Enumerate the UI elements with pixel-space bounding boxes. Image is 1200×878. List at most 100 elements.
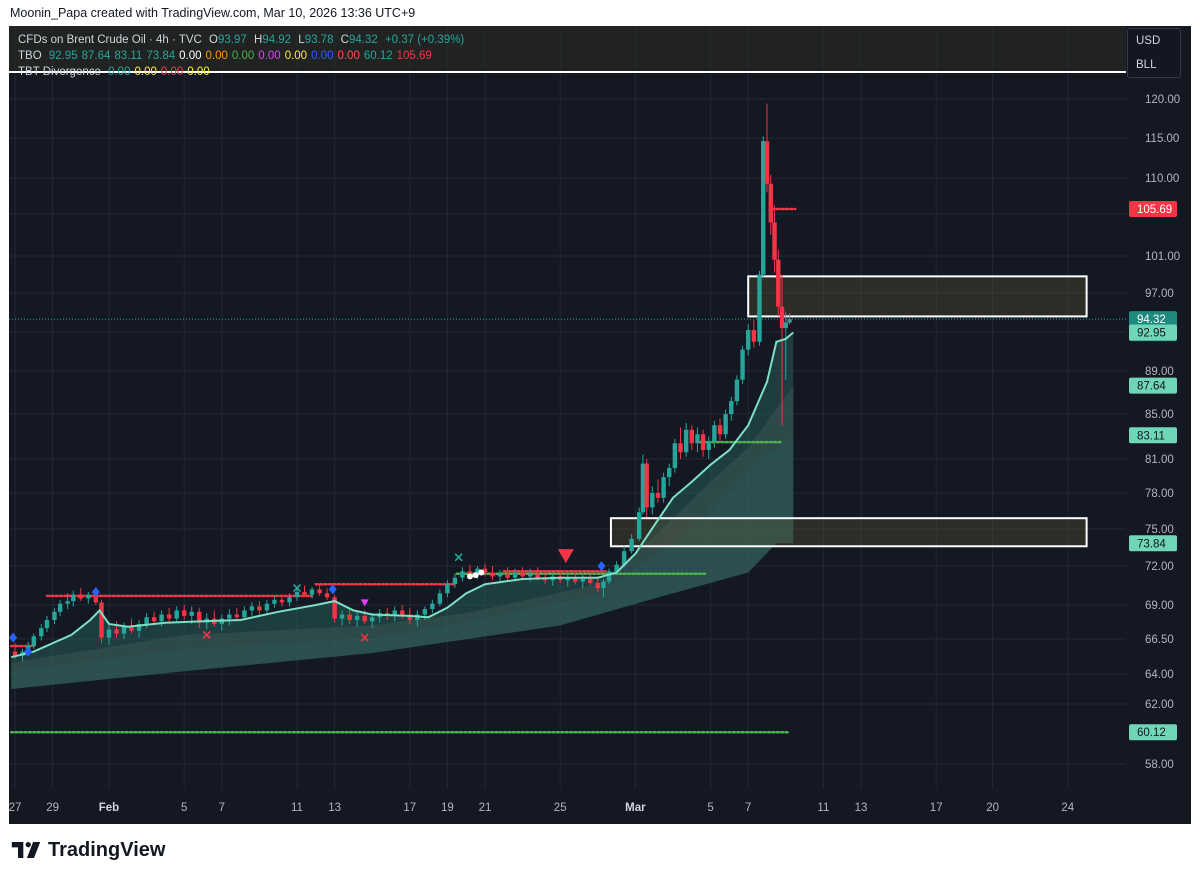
price-chart[interactable]: 120.00115.00110.00101.0097.0089.0085.008… — [9, 26, 1191, 824]
price-axis-tick-label: 110.00 — [1145, 173, 1179, 185]
candle-body — [644, 463, 649, 508]
unit-label[interactable]: BLL — [1128, 53, 1180, 77]
signal-dot-marker — [478, 569, 485, 576]
legend-tbo-values: 92.95 87.64 83.11 73.84 0.00 0.00 0.00 0.00 0.00… — [45, 50, 432, 62]
candle-body — [629, 538, 634, 552]
candle-body — [661, 477, 666, 498]
candle-body — [768, 183, 773, 223]
signal-diamond-marker — [9, 632, 18, 643]
candle-body — [783, 322, 788, 329]
candle-body — [655, 493, 661, 498]
legend-tbo-value: 0.00 — [231, 50, 255, 62]
candle-body — [700, 434, 706, 450]
tradingview-logo-icon — [11, 842, 41, 858]
candle-body — [761, 141, 766, 275]
time-axis-tick-label: 7 — [745, 802, 751, 814]
candle-body — [497, 573, 503, 577]
legend-tbo-value: 0.00 — [258, 50, 281, 62]
time-axis-tick-label: 11 — [817, 802, 829, 814]
legend-symbol-name[interactable]: CFDs on Brent Crude Oil · 4h · TVC — [18, 34, 202, 46]
price-axis-tick-label: 97.00 — [1145, 288, 1174, 300]
price-axis-tick-label: 115.00 — [1145, 133, 1179, 145]
candle-body — [779, 306, 785, 329]
candle-body — [99, 602, 104, 638]
legend-close-value: 94.32 — [348, 34, 378, 46]
candle-body — [144, 617, 149, 625]
candle-body — [65, 601, 70, 604]
candle-body — [174, 610, 179, 619]
signal-dot-marker — [466, 573, 473, 580]
candle-body — [422, 609, 428, 615]
candle-body — [166, 614, 172, 619]
legend-tbo-value: 83.11 — [114, 50, 143, 62]
candle-body — [52, 611, 57, 620]
price-axis-tick-label: 75.00 — [1145, 524, 1174, 536]
candle-body — [294, 592, 300, 598]
chart-panel[interactable]: CFDs on Brent Crude Oil · 4h · TVC O93.9… — [9, 26, 1191, 824]
time-axis-tick-label: 17 — [930, 802, 943, 814]
legend-tbo-value: 105.69 — [396, 50, 432, 62]
candle-body — [460, 571, 465, 578]
candle-body — [512, 572, 518, 578]
price-label-value: 73.84 — [1137, 538, 1166, 550]
signal-diamond-marker — [597, 561, 606, 571]
legend-divergence-row[interactable]: TBT Divergence 0.00 0.00 0.00 0.00 — [18, 64, 464, 80]
legend-divergence-value: 0.00 — [108, 66, 131, 78]
legend-tbo-value: 0.00 — [337, 50, 360, 62]
candle-body — [317, 589, 322, 594]
candle-body — [764, 141, 770, 184]
price-axis-tick-label: 120.00 — [1145, 94, 1180, 106]
candle-body — [746, 330, 751, 350]
legend-high-value: 94.92 — [262, 34, 292, 46]
candle-body — [437, 593, 443, 604]
candle-body — [695, 434, 700, 444]
time-axis-tick-label: 17 — [403, 802, 416, 814]
candle-body — [689, 429, 694, 444]
time-axis-tick-label: 13 — [855, 802, 868, 814]
grid-lines — [9, 26, 1126, 789]
time-axis-tick-label: 27 — [9, 802, 21, 814]
candle-body — [400, 610, 405, 615]
time-axis-tick-label: 13 — [328, 802, 341, 814]
candle-body — [189, 611, 194, 616]
candle-body — [520, 572, 525, 577]
candle-body — [370, 617, 375, 622]
legend-tbo-row[interactable]: TBO 92.95 87.64 83.11 73.84 0.00 0.00 0.00 0.00… — [18, 48, 464, 64]
legend-change: +0.37 (+0.39%) — [384, 34, 465, 46]
legend-symbol-row[interactable]: CFDs on Brent Crude Oil · 4h · TVC O93.9… — [18, 32, 464, 48]
legend-tbo-name[interactable]: TBO — [18, 50, 42, 62]
candle-body — [672, 443, 678, 469]
time-axis-tick-label: 11 — [291, 802, 303, 814]
price-axis-tick-label: 62.00 — [1145, 699, 1174, 711]
time-axis-tick-label: 20 — [986, 802, 999, 814]
candle-body — [151, 617, 157, 622]
price-label-value: 83.11 — [1137, 430, 1165, 442]
legend-tbo-value: 0.00 — [179, 50, 202, 62]
legend-open-value: 93.97 — [218, 34, 247, 46]
candle-body — [712, 425, 717, 441]
time-axis-tick-label: 19 — [441, 802, 454, 814]
candle-body — [445, 584, 450, 594]
candle-body — [717, 425, 723, 435]
currency-unit-selector[interactable]: USD BLL — [1127, 28, 1181, 78]
candle-body — [71, 594, 76, 602]
candle-body — [234, 614, 240, 618]
candle-body — [601, 581, 606, 589]
candle-body — [505, 573, 510, 578]
time-axis-tick-label: 21 — [479, 802, 492, 814]
legend-tbo-value: 60.12 — [363, 50, 393, 62]
currency-label[interactable]: USD — [1128, 29, 1180, 53]
candle-body — [302, 592, 307, 595]
candle-body — [121, 626, 127, 634]
candle-body — [287, 597, 292, 603]
legend-tbo-value: 73.84 — [146, 50, 176, 62]
price-label-value: 94.32 — [1137, 314, 1166, 326]
legend-tbo-value: 0.00 — [311, 50, 334, 62]
signal-diamond-marker — [328, 584, 337, 595]
legend-divergence-name[interactable]: TBT Divergence — [18, 66, 101, 78]
candle-body — [57, 603, 63, 612]
chart-caption: Moonin_Papa created with TradingView.com… — [10, 6, 416, 20]
tradingview-brand: TradingView — [48, 838, 166, 861]
time-axis-tick-label: 5 — [181, 802, 187, 814]
price-axis-tick-label: 64.00 — [1145, 669, 1174, 681]
